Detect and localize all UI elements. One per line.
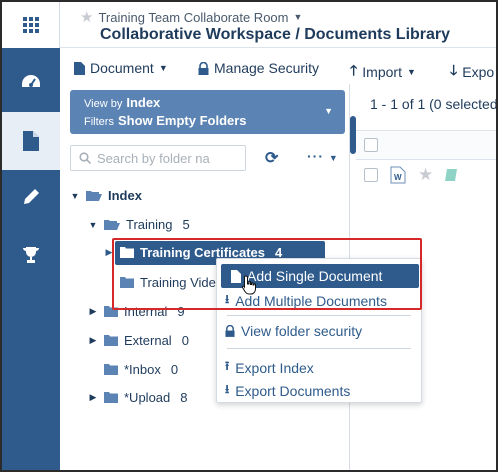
menu-item-label: View folder security <box>241 323 363 339</box>
search-icon <box>79 152 91 164</box>
folder-icon <box>104 364 118 375</box>
menu-item-label: Add Multiple Documents <box>235 292 387 309</box>
more-options-icon[interactable]: ··· ▼ <box>307 148 339 164</box>
tree-node-index[interactable]: ▼ Index <box>70 188 142 203</box>
caret-down-icon: ▼ <box>158 63 168 73</box>
header: ★ Training Team Collaborate Room ▼ Colla… <box>60 2 496 48</box>
filters-value: Show Empty Folders <box>117 113 247 128</box>
left-rail <box>2 2 60 470</box>
scrollbar[interactable] <box>350 116 356 154</box>
tree-label: External <box>124 333 172 348</box>
manage-security-label: Manage Security <box>214 60 320 76</box>
tree-count: 0 <box>170 362 179 377</box>
folder-search[interactable] <box>70 145 246 171</box>
apps-grid-icon[interactable] <box>2 2 60 48</box>
export-documents-item[interactable]: ⭳ Export Documents <box>225 380 350 401</box>
breadcrumb: Collaborative Workspace / Documents Libr… <box>100 26 451 43</box>
menu-divider <box>227 348 411 349</box>
list-header <box>356 130 496 160</box>
documents-icon[interactable] <box>2 112 60 170</box>
folder-icon <box>120 277 134 288</box>
caret-down-icon: ▼ <box>293 12 303 22</box>
trophy-icon[interactable] <box>2 226 60 284</box>
view-folder-security-item[interactable]: View folder security <box>225 323 362 339</box>
upload-icon: ⭳ <box>225 292 230 306</box>
folder-icon <box>104 392 118 403</box>
tag-icon[interactable] <box>444 168 458 182</box>
folder-icon <box>104 335 118 346</box>
tree-count: 8 <box>180 390 188 405</box>
room-name: Training Team Collaborate Room <box>98 9 289 25</box>
refresh-icon[interactable]: ⟳ <box>265 148 278 168</box>
chevron-down-icon[interactable]: ▼ <box>88 220 98 230</box>
tree-label: Index <box>108 188 142 203</box>
chevron-right-icon[interactable]: ▶ <box>104 247 114 258</box>
context-menu: Add Single Document ⭳ Add Multiple Docum… <box>216 258 422 403</box>
pencil-icon[interactable] <box>2 168 60 226</box>
tree-label: Training <box>126 217 173 232</box>
download-icon: ⭳ <box>225 382 230 396</box>
import-menu-button[interactable]: 🡑 Import ▼ <box>350 60 416 84</box>
chevron-right-icon[interactable]: ▶ <box>88 392 98 403</box>
chevron-right-icon[interactable]: ▶ <box>88 306 98 317</box>
menu-item-label: Add Single Document <box>247 268 383 284</box>
export-up-icon: ⭱ <box>225 359 230 373</box>
document-menu-label: Document <box>90 60 154 76</box>
room-selector[interactable]: ★ Training Team Collaborate Room ▼ <box>80 8 302 26</box>
arrow-down-icon: 🡓 <box>450 62 458 78</box>
file-icon <box>74 61 85 75</box>
filters-label: Filters <box>84 116 114 128</box>
folder-search-input[interactable] <box>97 150 237 166</box>
tree-label: *Inbox <box>124 362 161 377</box>
toolbar: Document ▼ Manage Security 🡑 Import ▼ 🡓 … <box>60 52 496 84</box>
view-by-label: View by <box>84 98 123 110</box>
folder-open-icon <box>104 219 120 230</box>
caret-down-icon: ▼ <box>324 106 333 116</box>
chevron-right-icon[interactable]: ▶ <box>88 335 98 346</box>
select-all-checkbox[interactable] <box>364 138 378 152</box>
document-menu-button[interactable]: Document ▼ <box>74 60 168 76</box>
tree-label: *Upload <box>124 390 171 405</box>
menu-divider <box>227 315 411 316</box>
app-window: ★ Training Team Collaborate Room ▼ Colla… <box>0 0 498 472</box>
row-checkbox[interactable] <box>364 168 378 182</box>
lock-icon <box>198 61 209 75</box>
menu-item-label: Export Documents <box>235 382 351 399</box>
star-icon[interactable]: ★ <box>80 8 93 26</box>
dashboard-icon[interactable] <box>2 54 60 112</box>
file-icon <box>231 269 241 283</box>
export-menu-button[interactable]: 🡓 Expo <box>450 60 494 84</box>
export-index-item[interactable]: ⭱ Export Index <box>225 357 314 378</box>
manage-security-button[interactable]: Manage Security <box>198 60 319 76</box>
folder-icon <box>104 306 118 317</box>
caret-down-icon: ▼ <box>406 67 416 77</box>
results-summary: 1 - 1 of 1 (0 selected <box>370 96 498 112</box>
table-row[interactable]: W ★ <box>356 164 496 190</box>
chevron-down-icon[interactable]: ▼ <box>70 191 80 201</box>
tree-node-upload[interactable]: ▶ *Upload 8 <box>88 390 188 405</box>
svg-text:W: W <box>394 173 402 182</box>
add-multiple-documents-item[interactable]: ⭳ Add Multiple Documents <box>225 290 387 311</box>
tree-label: Training Vide <box>140 275 216 290</box>
tree-node-internal[interactable]: ▶ Internal 9 <box>88 304 185 319</box>
tree-count: 0 <box>181 333 189 348</box>
view-filter-dropdown[interactable]: View by Index Filters Show Empty Folders… <box>70 90 345 134</box>
tree-node-inbox[interactable]: *Inbox 0 <box>104 362 178 377</box>
tree-node-external[interactable]: ▶ External 0 <box>88 333 189 348</box>
import-menu-label: Import <box>362 64 402 80</box>
folder-open-icon <box>86 190 102 201</box>
tree-count: 9 <box>177 304 185 319</box>
menu-item-label: Export Index <box>235 359 314 376</box>
tree-count: 5 <box>182 217 190 232</box>
tree-node-training-videos[interactable]: Training Vide <box>120 275 216 290</box>
export-menu-label: Expo <box>462 64 495 80</box>
favorite-star-icon[interactable]: ★ <box>418 165 433 185</box>
folder-icon <box>120 247 134 258</box>
word-document-icon: W <box>390 166 406 184</box>
lock-icon <box>225 325 235 337</box>
tree-label: Internal <box>124 304 168 319</box>
arrow-up-icon: 🡑 <box>350 62 358 78</box>
tree-node-training[interactable]: ▼ Training 5 <box>88 217 190 232</box>
view-by-value: Index <box>126 95 161 110</box>
